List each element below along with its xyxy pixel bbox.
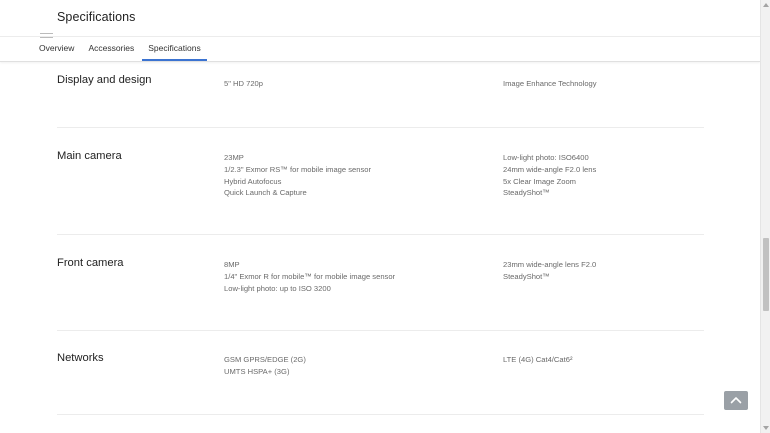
page-title: Specifications bbox=[57, 10, 136, 24]
spec-value: Hybrid Autofocus bbox=[224, 176, 282, 186]
spec-column-right: Image Enhance Technology bbox=[503, 78, 597, 90]
spec-value: 1/4" Exmor R for mobile™ for mobile imag… bbox=[224, 271, 396, 281]
spec-value: SteadyShot™ bbox=[503, 188, 550, 198]
spec-section-networks: Networks GSM GPRS/EDGE (2G) UMTS HSPA+ (… bbox=[57, 331, 704, 415]
scroll-up-icon[interactable] bbox=[763, 3, 769, 7]
spec-value: Image Enhance Technology bbox=[503, 79, 597, 88]
spec-value: 23mm wide-angle lens F2.0 bbox=[503, 260, 597, 269]
scrollbar-thumb[interactable] bbox=[763, 238, 769, 311]
sticky-header: Specifications Overview Accessories Spec… bbox=[0, 0, 760, 62]
spec-column-right: Low-light photo: ISO6400 24mm wide-angle… bbox=[503, 152, 596, 199]
spec-section-display: Display and design 5" HD 720p Image Enha… bbox=[57, 62, 704, 128]
chevron-up-icon bbox=[730, 397, 742, 404]
spec-value: 5x Clear Image Zoom bbox=[503, 176, 577, 186]
tab-accessories[interactable]: Accessories bbox=[81, 38, 141, 62]
spec-value: 1/2.3" Exmor RS™ for mobile image sensor bbox=[224, 164, 372, 174]
spec-section-front-camera: Front camera 8MP 1/4" Exmor R for mobile… bbox=[57, 235, 704, 331]
specifications-list: Display and design 5" HD 720p Image Enha… bbox=[0, 62, 760, 415]
spec-value: 23MP bbox=[224, 153, 244, 162]
vertical-scrollbar[interactable] bbox=[760, 0, 770, 433]
spec-value: 5" HD 720p bbox=[224, 79, 263, 88]
section-title: Display and design bbox=[57, 74, 152, 86]
spec-section-main-camera: Main camera 23MP 1/2.3" Exmor RS™ for mo… bbox=[57, 128, 704, 235]
tab-divider bbox=[0, 36, 760, 37]
spec-column-left: 23MP 1/2.3" Exmor RS™ for mobile image s… bbox=[224, 152, 371, 199]
section-title: Front camera bbox=[57, 257, 124, 269]
spec-value: 24mm wide-angle F2.0 lens bbox=[503, 164, 597, 174]
spec-value: 8MP bbox=[224, 260, 240, 269]
spec-value: UMTS HSPA+ (3G) bbox=[224, 366, 290, 376]
spec-value: SteadyShot™ bbox=[503, 271, 550, 281]
spec-column-right: LTE (4G) Cat4/Cat6² bbox=[503, 354, 573, 366]
section-title: Networks bbox=[57, 352, 104, 364]
spec-value: GSM GPRS/EDGE (2G) bbox=[224, 355, 306, 364]
section-title: Main camera bbox=[57, 150, 122, 162]
spec-column-left: 8MP 1/4" Exmor R for mobile™ for mobile … bbox=[224, 259, 395, 294]
spec-value: LTE (4G) Cat4/Cat6² bbox=[503, 355, 573, 364]
spec-value: Quick Launch & Capture bbox=[224, 188, 307, 198]
tab-bar: Overview Accessories Specifications bbox=[32, 38, 208, 62]
spec-column-left: GSM GPRS/EDGE (2G) UMTS HSPA+ (3G) bbox=[224, 354, 306, 378]
back-to-top-button[interactable] bbox=[724, 391, 748, 410]
tab-overview[interactable]: Overview bbox=[32, 38, 81, 62]
spec-column-left: 5" HD 720p bbox=[224, 78, 263, 90]
spec-column-right: 23mm wide-angle lens F2.0 SteadyShot™ bbox=[503, 259, 596, 283]
scroll-down-icon[interactable] bbox=[763, 426, 769, 430]
spec-value: Low-light photo: up to ISO 3200 bbox=[224, 283, 331, 293]
tab-specifications[interactable]: Specifications bbox=[141, 38, 208, 62]
spec-value: Low-light photo: ISO6400 bbox=[503, 153, 589, 162]
